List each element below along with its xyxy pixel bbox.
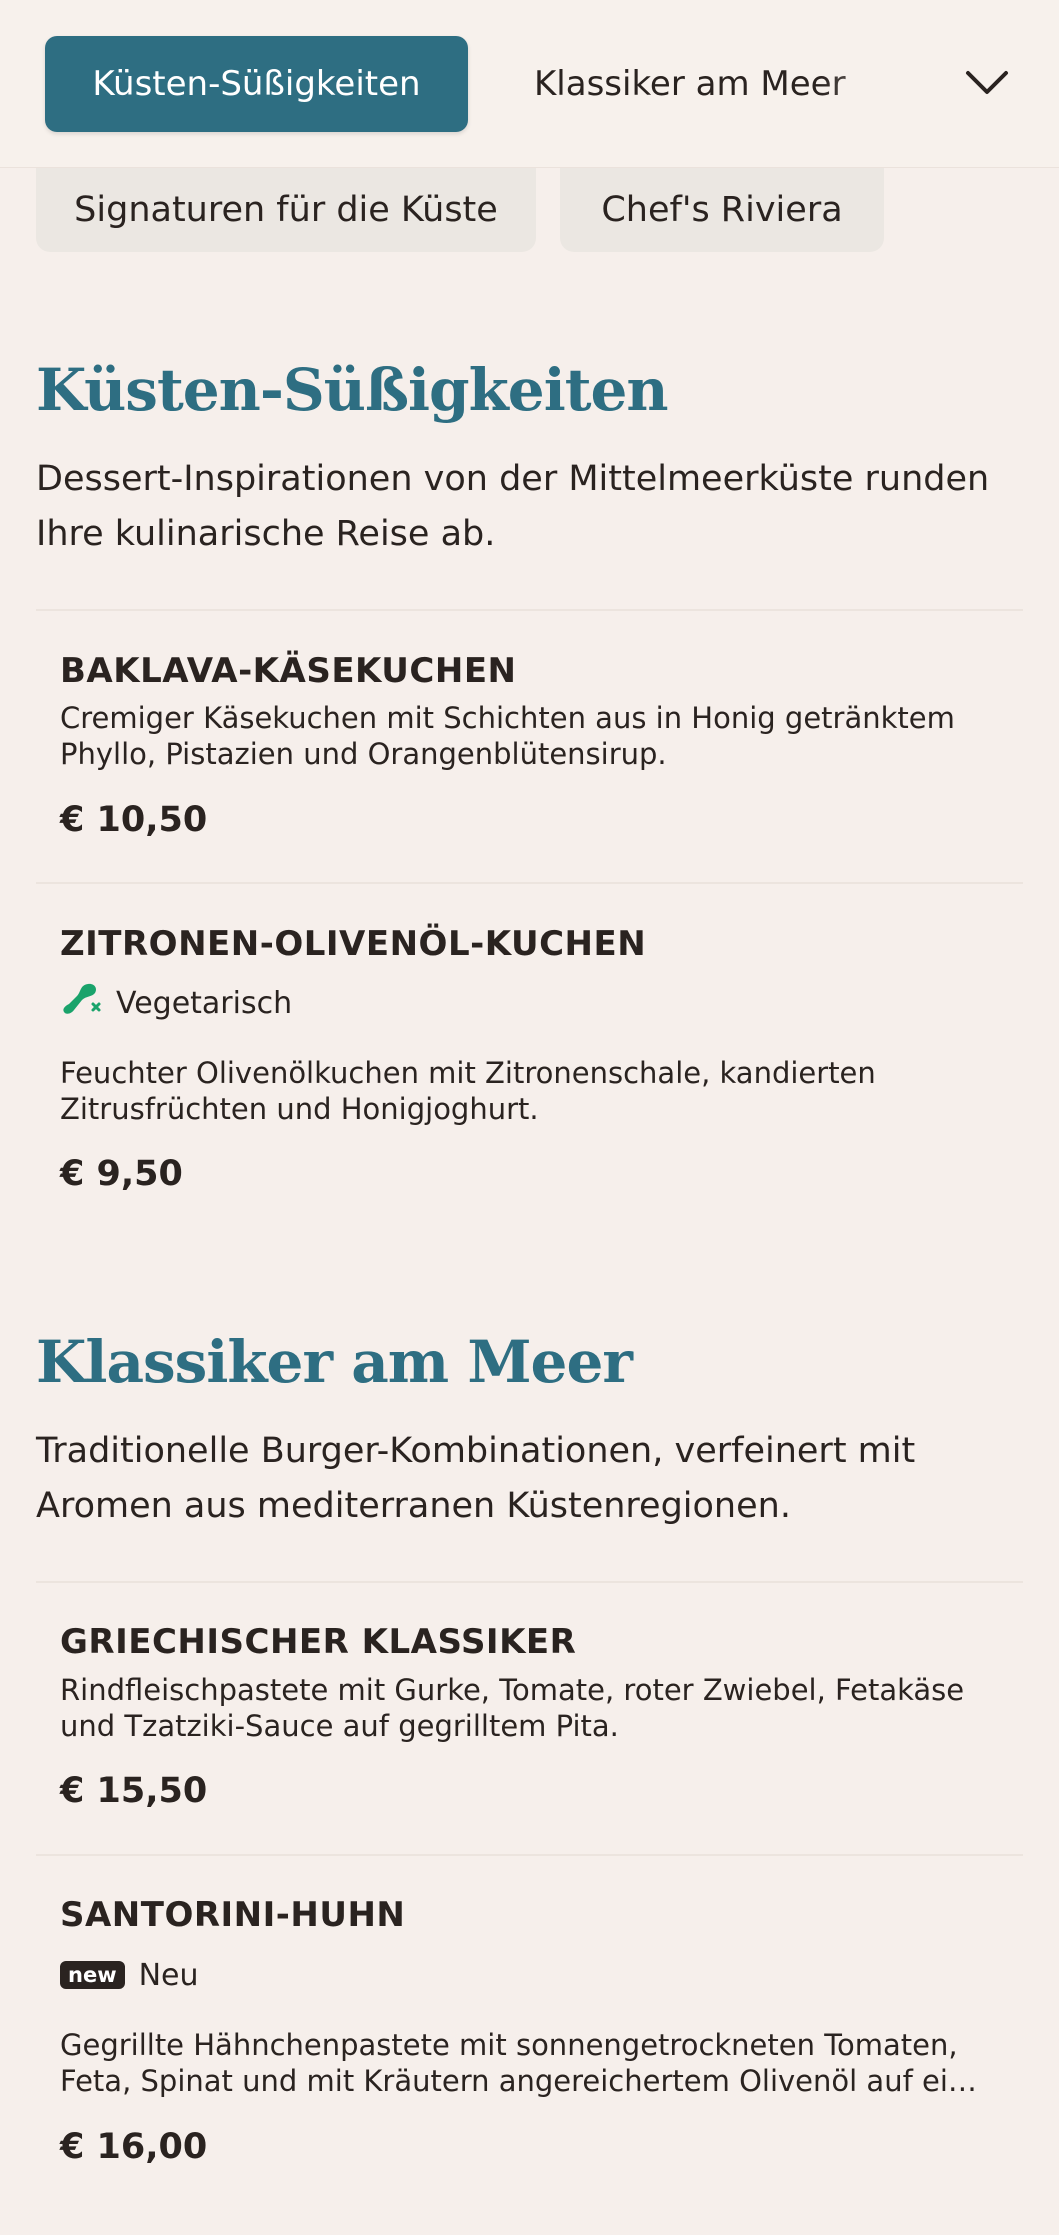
item-description-line: Feta, Spinat und mit Kräutern angereiche…: [60, 2064, 990, 2098]
item-description-line: Gegrillte Hähnchenpastete mit sonnengetr…: [60, 2028, 958, 2062]
item-price: € 16,00: [60, 2127, 208, 2167]
item-name: SANTORINI-HUHN: [60, 1895, 406, 1935]
tag-label: Neu: [138, 1957, 199, 1993]
category-nav: Küsten-Süßigkeiten Klassiker am Meer: [0, 0, 1059, 168]
section-description: Traditionelle Burger-Kombinationen, verf…: [36, 1431, 916, 1526]
section-title: Klassiker am Meer: [36, 1328, 633, 1396]
chevron-down-icon[interactable]: [962, 58, 1012, 108]
item-name: ZITRONEN-OLIVENÖL-KUCHEN: [60, 924, 647, 964]
item-name: BAKLAVA-KÄSEKUCHEN: [60, 651, 517, 691]
item-description: Feuchter Olivenölkuchen mit Zitronenscha…: [60, 1056, 876, 1126]
new-badge: new: [60, 1961, 125, 1989]
category-pill-chefs-riviera[interactable]: Chef's Riviera: [560, 168, 884, 252]
tag-label: Vegetarisch: [116, 985, 293, 1021]
item-description: Cremiger Käsekuchen mit Schichten aus in…: [60, 701, 955, 771]
item-price: € 9,50: [60, 1154, 183, 1194]
tab-kuesten-suessigkeiten[interactable]: Küsten-Süßigkeiten: [45, 36, 468, 132]
item-description: Rindfleischpastete mit Gurke, Tomate, ro…: [60, 1673, 965, 1743]
tab-klassiker-am-meer[interactable]: Klassiker am Meer: [534, 36, 846, 132]
tabs-fade-overlay: [820, 10, 970, 160]
divider: [36, 882, 1023, 884]
vegetarian-icon: [60, 980, 102, 1026]
divider: [36, 1581, 1023, 1583]
vegetarian-tag: Vegetarisch: [60, 981, 292, 1025]
divider: [36, 1854, 1023, 1856]
item-name: GRIECHISCHER KLASSIKER: [60, 1622, 577, 1662]
category-pill-signaturen[interactable]: Signaturen für die Küste: [36, 168, 536, 252]
section-description: Dessert-Inspirationen von der Mittelmeer…: [36, 459, 990, 554]
item-price: € 10,50: [60, 800, 208, 840]
section-title: Küsten-Süßigkeiten: [36, 356, 669, 424]
new-tag: new Neu: [60, 1953, 199, 1997]
divider: [36, 609, 1023, 611]
item-price: € 15,50: [60, 1771, 208, 1811]
